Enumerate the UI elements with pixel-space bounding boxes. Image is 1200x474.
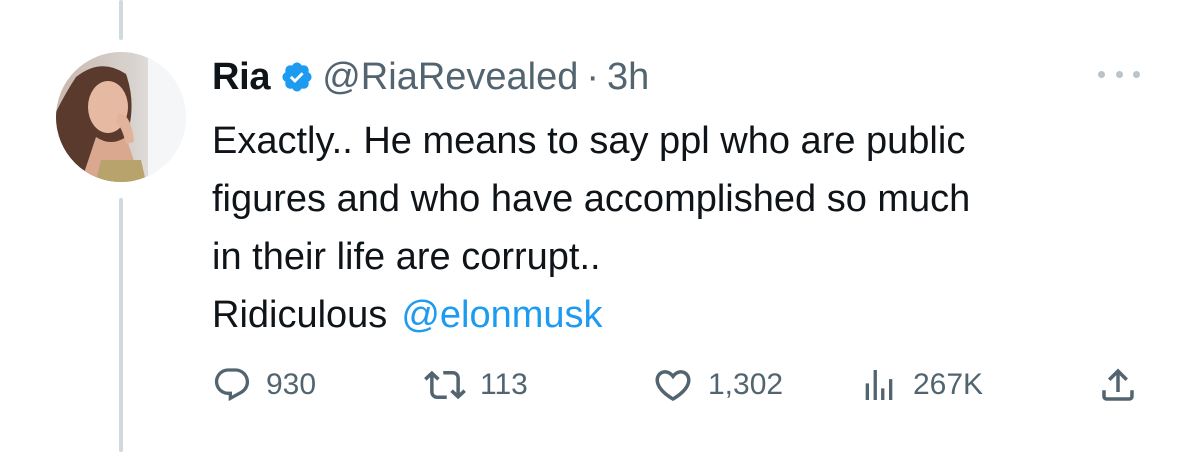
tweet-text-line: figures and who have accomplished so muc…: [212, 178, 971, 220]
timestamp[interactable]: 3h: [607, 56, 649, 99]
display-name[interactable]: Ria: [212, 56, 271, 99]
more-dot: [1133, 70, 1140, 78]
separator-dot: ·: [586, 55, 600, 98]
reply-button[interactable]: 930: [212, 360, 316, 410]
like-button[interactable]: 1,302: [652, 360, 783, 410]
tweet-text-line: Exactly.. He means to say ppl who are pu…: [212, 120, 966, 162]
tweet-text-ridiculous: Ridiculous: [212, 294, 388, 336]
mention-link[interactable]: @elonmusk: [401, 294, 602, 336]
avatar[interactable]: [56, 52, 186, 182]
verified-badge-icon: [280, 60, 314, 94]
heart-icon: [652, 364, 694, 406]
retweet-count: 113: [480, 368, 528, 401]
views-icon: [859, 365, 899, 405]
reply-icon: [212, 365, 252, 405]
tweet-text: Exactly.. He means to say ppl who are pu…: [212, 112, 1162, 344]
reply-count: 930: [266, 368, 317, 401]
tweet-text-line-last: Ridiculous @elonmusk: [212, 286, 1162, 344]
share-button[interactable]: [1097, 360, 1139, 410]
views-button[interactable]: 267K: [859, 360, 983, 410]
like-count: 1,302: [708, 368, 784, 401]
more-dot: [1098, 70, 1105, 78]
action-bar: 930 113 1,302 267K: [212, 360, 1147, 410]
more-options-icon[interactable]: [1098, 64, 1140, 84]
share-icon: [1097, 364, 1139, 406]
views-count: 267K: [913, 368, 984, 401]
retweet-icon: [424, 364, 466, 406]
thread-line-top: [119, 0, 123, 40]
more-dot: [1115, 70, 1123, 78]
retweet-button[interactable]: 113: [424, 360, 528, 410]
user-handle[interactable]: @RiaRevealed: [322, 56, 578, 99]
tweet-header: Ria @RiaRevealed · 3h: [212, 52, 649, 102]
thread-line-bottom: [119, 198, 123, 452]
tweet-text-line: in their life are corrupt..: [212, 236, 601, 278]
